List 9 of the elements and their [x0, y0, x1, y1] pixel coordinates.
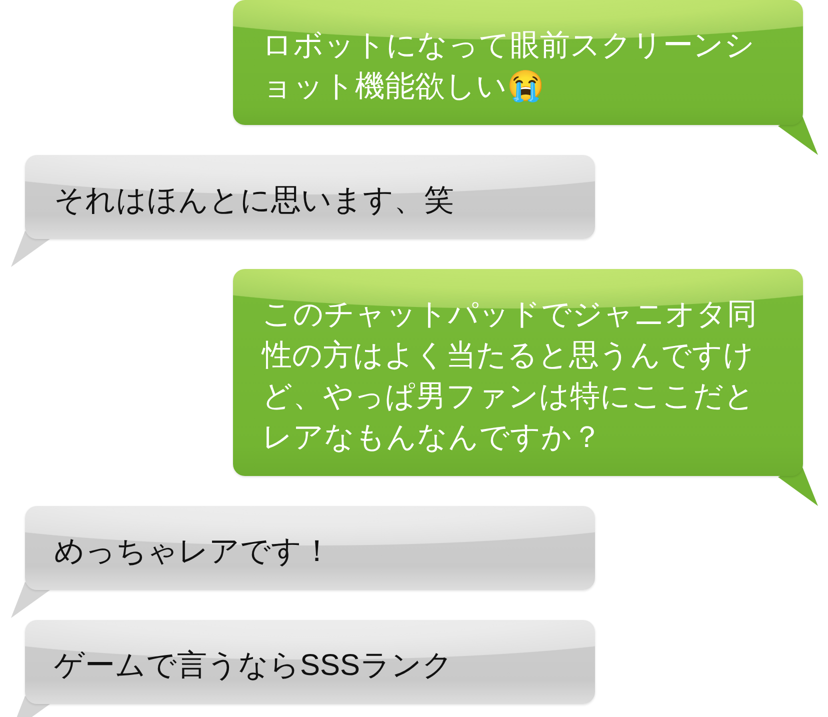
- message-text: このチャットパッドでジャニオタ同性の方はよく当たると思うんですけど、やっぱ男ファンは特にここだとレアなもんなんですか？: [262, 297, 758, 456]
- message-text: それはほんとに思います、笑: [54, 183, 455, 219]
- bubble-tail: [10, 229, 50, 269]
- message-text: ロボットになって眼前スクリーンショット機能欲しい😭: [262, 28, 756, 105]
- bubble-tail: [778, 466, 818, 506]
- bubble-tail: [10, 580, 50, 620]
- message-text: めっちゃレアです！: [54, 534, 333, 570]
- bubble-tail: [778, 115, 818, 155]
- message-text: ゲームで言うならSSSランク: [54, 648, 454, 684]
